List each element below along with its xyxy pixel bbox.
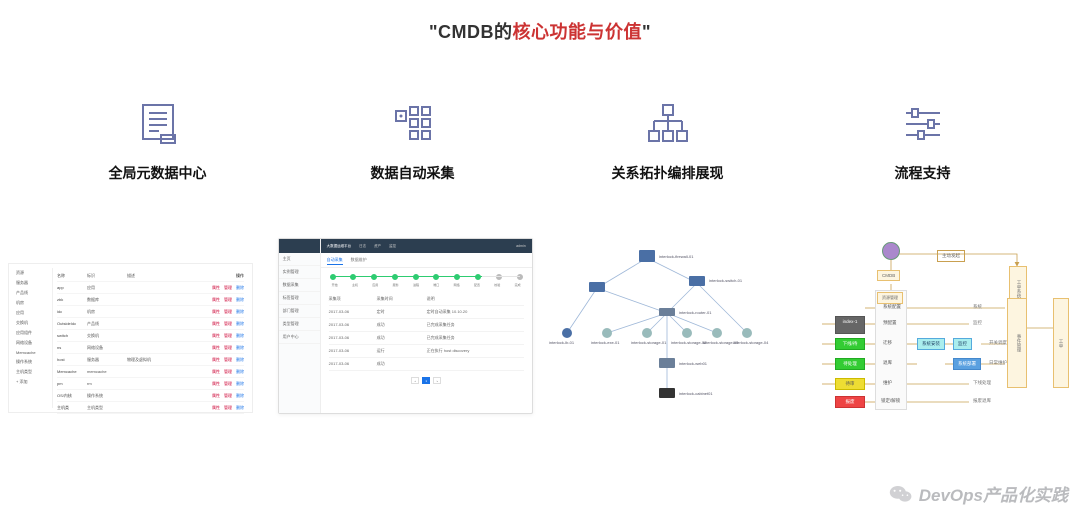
- svg-text:interlock-firewall-01: interlock-firewall-01: [659, 254, 694, 259]
- svg-text:interlock-cabinet01: interlock-cabinet01: [679, 391, 713, 396]
- thumbnail-topology-diagram: interlock-firewall-01 interlock-switch-0…: [547, 238, 802, 418]
- flow-box: 事件管理: [1007, 298, 1027, 388]
- flow-box: CMDB: [877, 270, 900, 281]
- flow-op: 退库: [879, 358, 896, 368]
- svg-text:interlock-storage-02: interlock-storage-02: [671, 340, 707, 345]
- feature-label: 关系拓扑编排展现: [612, 163, 724, 183]
- thumbnails-row: 资源服务器产品线机房应用交换机应用组件网络设备Memcache操作系统主机类型+…: [0, 238, 1080, 443]
- table-row: 主机类主机类型属性管理删除: [57, 402, 244, 414]
- title-prefix: CMDB的: [438, 22, 513, 42]
- table-row: 2017-03-06成功已完成采集任务: [329, 319, 524, 332]
- table-row: Memcachememcache属性管理删除: [57, 366, 244, 378]
- thumb2-pager: ‹1›: [321, 377, 532, 384]
- flow-right: 报废退库: [969, 396, 995, 406]
- app-logo-icon: [279, 239, 320, 253]
- document-list-icon: [133, 99, 183, 149]
- feature-label: 数据自动采集: [371, 163, 455, 183]
- svg-text:interlock-switch-01: interlock-switch-01: [709, 278, 743, 283]
- table-row: app应用属性管理删除: [57, 282, 244, 294]
- table-row: host服务器物理及虚拟机属性管理删除: [57, 354, 244, 366]
- sliders-icon: [898, 99, 948, 149]
- thumbnail-metadata-table: 资源服务器产品线机房应用交换机应用组件网络设备Memcache操作系统主机类型+…: [8, 263, 263, 443]
- network-topology-icon: [643, 99, 693, 149]
- flow-state: 待审: [835, 378, 865, 390]
- table-row: switch交换机属性管理删除: [57, 330, 244, 342]
- flow-right: 监控: [969, 318, 986, 328]
- wechat-icon: [889, 484, 913, 504]
- table-row: 2017-03-06成功: [329, 358, 524, 371]
- thumbnail-workflow-chart: 主动发起 工单系统 CMDB 资源管理 index-1 下线/待 待处理 待审 …: [817, 238, 1072, 418]
- flow-right: 系统: [969, 302, 986, 312]
- flow-op: 迁移: [879, 338, 896, 348]
- table-row: ns网络设备属性管理删除: [57, 342, 244, 354]
- feature-label: 流程支持: [895, 163, 951, 183]
- svg-text:interlock-web01: interlock-web01: [679, 361, 708, 366]
- flow-op: 预配置: [879, 318, 901, 328]
- thumbnail-autocollect-app: 主页实例管理数据采集标签管理部门管理类型管理用户中心 大数据运维平台 日志 资产…: [278, 238, 533, 418]
- flow-box: 监控: [953, 338, 972, 350]
- svg-text:interlock-storage-04: interlock-storage-04: [733, 340, 769, 345]
- topbar-item: 资产: [374, 244, 381, 249]
- table-row: zbk数据库属性管理删除: [57, 294, 244, 306]
- thumb2-sidebar: 主页实例管理数据采集标签管理部门管理类型管理用户中心: [279, 239, 321, 413]
- flow-box: 系统安装: [917, 338, 945, 350]
- flow-box: 系统部署: [953, 358, 981, 370]
- table-row: 2017-03-06运行正在执行 host discovery: [329, 345, 524, 358]
- flow-box: 工单: [1053, 298, 1069, 388]
- svg-text:interlock-exe-01: interlock-exe-01: [591, 340, 620, 345]
- table-row: OS/内核操作系统属性管理删除: [57, 390, 244, 402]
- topbar-user: admin: [516, 244, 526, 248]
- watermark-text: DevOps产品化实践: [919, 481, 1068, 506]
- feature-label: 全局元数据中心: [109, 163, 207, 183]
- svg-text:interlock-router-01: interlock-router-01: [679, 310, 712, 315]
- topbar-item: 日志: [359, 244, 366, 249]
- svg-text:interlock-storage-01: interlock-storage-01: [631, 340, 667, 345]
- table-row: idc机房属性管理删除: [57, 306, 244, 318]
- watermark: DevOps产品化实践: [889, 481, 1068, 506]
- page-title: "CMDB的核心功能与价值": [0, 0, 1080, 44]
- table-row: 2017-03-06成功已完成采集任务: [329, 332, 524, 345]
- flow-label: 主动发起: [937, 250, 965, 262]
- title-highlight: 核心功能与价值: [513, 22, 643, 42]
- feature-auto-collect: 数据自动采集: [293, 99, 533, 183]
- svg-text:interlock-lb-01: interlock-lb-01: [549, 340, 575, 345]
- table-row: 2017-03-06定时定时自动采集 10.10.20: [329, 306, 524, 319]
- topbar-title: 大数据运维平台: [327, 244, 352, 249]
- flow-op: 锁定/解锁: [877, 396, 904, 406]
- flow-state: 待处理: [835, 358, 865, 370]
- table-row: 采集项采集时间说明: [329, 293, 524, 306]
- feature-workflow: 流程支持: [803, 99, 1043, 183]
- thumb2-progress: 开始主机应用服务进程端口网络配置校验完成: [321, 268, 532, 291]
- user-icon: [882, 242, 900, 260]
- flow-state: index-1: [835, 316, 865, 334]
- thumb1-sidemenu: 资源服务器产品线机房应用交换机应用组件网络设备Memcache操作系统主机类型+…: [13, 268, 53, 408]
- title-quote-close: ": [642, 22, 651, 42]
- flow-right: 下线处理: [969, 378, 995, 388]
- flow-box: [917, 358, 925, 362]
- title-quote-open: ": [429, 22, 438, 42]
- feature-metadata-center: 全局元数据中心: [38, 99, 278, 183]
- grid-modules-icon: [388, 99, 438, 149]
- features-row: 全局元数据中心 数据自动采集 关系拓扑编排展现 流程支持: [0, 99, 1080, 183]
- flow-op: 维护: [879, 378, 896, 388]
- flow-op: 系统配置: [879, 302, 905, 312]
- flow-state: 下线/待: [835, 338, 865, 350]
- flow-state: 报废: [835, 396, 865, 408]
- thumb2-tabs: 自动采集数据维护: [321, 253, 532, 268]
- topbar-item: 监控: [389, 244, 396, 249]
- table-row: OutsideIdc产品线属性管理删除: [57, 318, 244, 330]
- thumb2-topbar: 大数据运维平台 日志 资产 监控 admin: [321, 239, 532, 253]
- table-row: pmrm属性管理删除: [57, 378, 244, 390]
- feature-topology: 关系拓扑编排展现: [548, 99, 788, 183]
- table-header: 名称标识描述操作: [57, 270, 244, 282]
